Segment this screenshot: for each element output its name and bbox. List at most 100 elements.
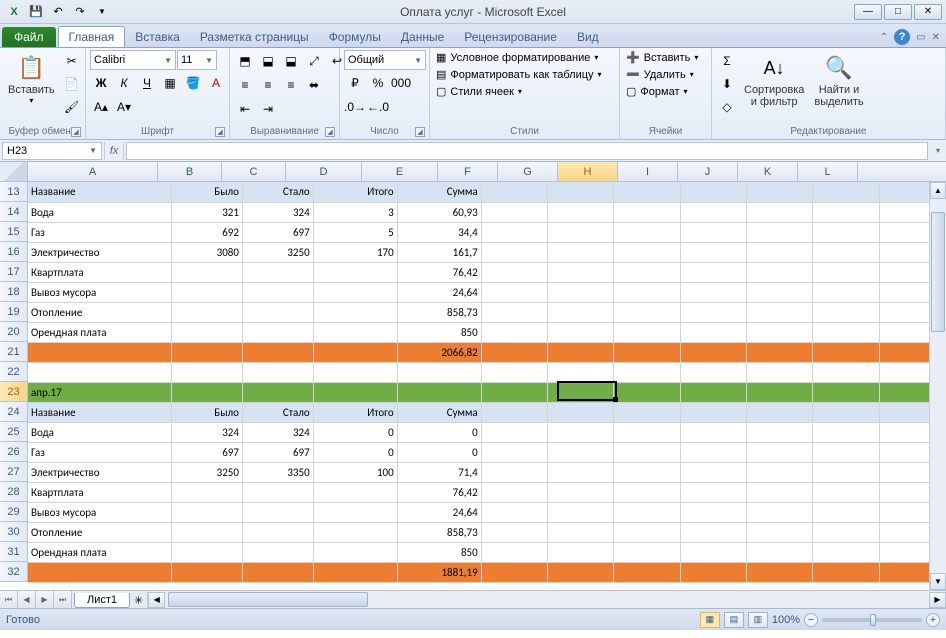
cell[interactable] [172,262,243,282]
cell[interactable] [813,282,879,302]
cell[interactable]: Отопление [28,522,172,542]
tab-главная[interactable]: Главная [58,26,126,47]
cell[interactable]: 34,4 [397,222,481,242]
fill-color-button[interactable]: 🪣 [182,72,204,94]
zoom-in-button[interactable]: + [926,613,940,627]
cell[interactable] [481,482,547,502]
cell[interactable] [397,362,481,382]
excel-icon[interactable]: X [4,3,24,21]
delete-cells-button[interactable]: ➖ Удалить▾ [624,67,696,82]
cell[interactable] [680,262,746,282]
cell[interactable] [242,522,313,542]
cell[interactable] [242,542,313,562]
cell[interactable] [172,342,243,362]
column-header[interactable]: D [286,162,362,181]
cell[interactable] [547,502,613,522]
cell[interactable] [614,242,680,262]
cell[interactable] [813,522,879,542]
format-painter-icon[interactable]: 🖌 [61,96,83,118]
cell[interactable]: Вывоз мусора [28,282,172,302]
sort-filter-button[interactable]: A↓ Сортировка и фильтр [740,50,808,110]
cell[interactable] [680,222,746,242]
cell[interactable]: 3250 [242,242,313,262]
cell[interactable] [481,422,547,442]
border-button[interactable]: ▦ [159,72,181,94]
tab-разметка страницы[interactable]: Разметка страницы [190,27,319,47]
cell[interactable] [481,382,547,402]
cell[interactable] [547,282,613,302]
cell[interactable] [313,342,397,362]
cell[interactable] [746,322,812,342]
cell[interactable] [746,422,812,442]
redo-icon[interactable]: ↷ [70,3,90,21]
cell[interactable] [481,302,547,322]
cell[interactable]: Электричество [28,462,172,482]
cell[interactable] [813,382,879,402]
zoom-slider[interactable] [822,618,922,622]
cell[interactable] [481,342,547,362]
cell[interactable] [614,482,680,502]
cell[interactable] [614,422,680,442]
cell[interactable] [813,422,879,442]
vertical-scrollbar[interactable]: ▲ ▼ [929,182,946,590]
cell[interactable] [680,382,746,402]
cell[interactable] [746,222,812,242]
fx-icon[interactable]: fx [104,142,124,160]
cell[interactable]: 3350 [242,462,313,482]
cell[interactable]: 850 [397,322,481,342]
row-header[interactable]: 30 [0,522,28,542]
cell[interactable] [746,462,812,482]
grow-font-icon[interactable]: A▴ [90,96,112,118]
row-header[interactable]: 23 [0,382,28,402]
cell[interactable] [481,242,547,262]
cell[interactable] [614,302,680,322]
cell[interactable] [746,482,812,502]
cell[interactable] [481,182,547,202]
cell[interactable] [481,442,547,462]
cell[interactable]: 76,42 [397,262,481,282]
cell[interactable] [680,502,746,522]
scroll-right-icon[interactable]: ▶ [929,592,946,608]
tab-рецензирование[interactable]: Рецензирование [454,27,567,47]
align-top-icon[interactable]: ⬒ [234,50,256,72]
cell[interactable]: Итого [313,402,397,422]
cell[interactable]: 0 [397,442,481,462]
number-dialog-launcher[interactable]: ◢ [415,127,425,137]
cell[interactable] [614,402,680,422]
cell[interactable] [680,482,746,502]
cell[interactable] [313,362,397,382]
formula-input[interactable] [126,142,928,160]
cell[interactable]: Стало [242,182,313,202]
cell[interactable] [614,222,680,242]
cell[interactable]: 697 [242,442,313,462]
align-middle-icon[interactable]: ⬓ [257,50,279,72]
cell[interactable] [242,502,313,522]
cell[interactable] [813,322,879,342]
cell[interactable] [813,362,879,382]
copy-icon[interactable]: 📄 [61,73,83,95]
cell[interactable] [547,482,613,502]
cell[interactable] [614,442,680,462]
cell[interactable] [614,362,680,382]
find-select-button[interactable]: 🔍 Найти и выделить [810,50,867,110]
row-header[interactable]: 29 [0,502,28,522]
cell[interactable] [547,402,613,422]
row-header[interactable]: 25 [0,422,28,442]
cell[interactable] [813,182,879,202]
column-header[interactable]: H [558,162,618,181]
cell[interactable] [614,522,680,542]
cell[interactable]: Было [172,402,243,422]
row-header[interactable]: 16 [0,242,28,262]
row-header[interactable]: 21 [0,342,28,362]
cell[interactable] [680,322,746,342]
italic-button[interactable]: К [113,72,135,94]
cell[interactable] [547,562,613,582]
cell[interactable] [481,362,547,382]
cell[interactable] [746,202,812,222]
cell[interactable] [172,322,243,342]
cell[interactable] [481,282,547,302]
cell[interactable] [680,442,746,462]
cell[interactable]: 60,93 [397,202,481,222]
cell[interactable] [313,262,397,282]
align-left-icon[interactable]: ≡ [234,74,256,96]
